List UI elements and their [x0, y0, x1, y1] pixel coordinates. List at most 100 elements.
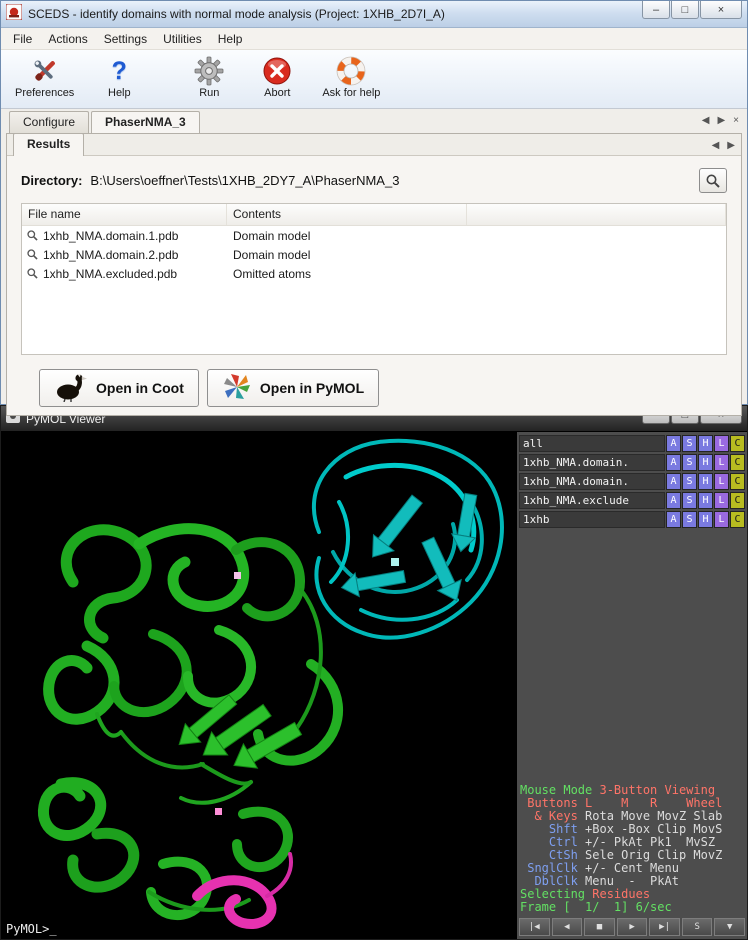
- sceds-titlebar: SCEDS - identify domains with normal mod…: [1, 1, 747, 28]
- movie-controls: |◀ ◀ ■ ▶ ▶| S ▼: [517, 916, 747, 939]
- object-name-button[interactable]: all: [519, 435, 665, 452]
- color-menu-button[interactable]: C: [730, 473, 745, 490]
- maximize-button[interactable]: □: [671, 1, 699, 19]
- menu-actions[interactable]: Actions: [40, 29, 95, 49]
- table-row[interactable]: 1xhb_NMA.domain.2.pdb Domain model: [22, 245, 726, 264]
- action-menu-button[interactable]: A: [666, 492, 681, 509]
- preferences-button[interactable]: Preferences: [11, 54, 78, 101]
- mouse-help-segment: Sele Orig Clip MovZ: [585, 848, 722, 862]
- mouse-help-segment: L M R Wheel: [585, 796, 722, 810]
- menu-file[interactable]: File: [5, 29, 40, 49]
- show-menu-button[interactable]: S: [682, 511, 697, 528]
- close-button[interactable]: ×: [700, 1, 742, 19]
- action-menu-button[interactable]: A: [666, 473, 681, 490]
- step-back-button[interactable]: ◀: [552, 918, 583, 936]
- directory-path: B:\Users\oeffner\Tests\1XHB_2DY7_A\Phase…: [90, 173, 691, 188]
- label-menu-button[interactable]: L: [714, 435, 729, 452]
- stop-button[interactable]: ■: [584, 918, 615, 936]
- minimize-button[interactable]: –: [642, 1, 670, 19]
- menu-help[interactable]: Help: [210, 29, 251, 49]
- mouse-help-segment: & Keys: [520, 809, 585, 823]
- magnifier-icon: [705, 173, 721, 189]
- show-menu-button[interactable]: S: [682, 454, 697, 471]
- open-in-pymol-label: Open in PyMOL: [260, 380, 364, 396]
- mouse-help-segment: Mouse Mode: [520, 783, 599, 797]
- ask-for-help-button[interactable]: Ask for help: [318, 54, 384, 101]
- toolbar: Preferences ? Help: [1, 50, 747, 109]
- action-menu-button[interactable]: A: [666, 454, 681, 471]
- mouse-mode-matrix: Mouse Mode 3-Button Viewing Buttons L M …: [517, 784, 747, 916]
- label-menu-button[interactable]: L: [714, 454, 729, 471]
- hide-menu-button[interactable]: H: [698, 454, 713, 471]
- panel-spacer: [517, 528, 747, 784]
- help-question-icon: ?: [104, 56, 134, 86]
- rewind-button[interactable]: |◀: [519, 918, 550, 936]
- color-menu-button[interactable]: C: [730, 454, 745, 471]
- scene-button[interactable]: S: [682, 918, 713, 936]
- color-menu-button[interactable]: C: [730, 435, 745, 452]
- tab-close-icon[interactable]: ×: [733, 115, 739, 126]
- mouse-help-segment: SnglClk: [520, 861, 585, 875]
- tab-phasernma-3[interactable]: PhaserNMA_3: [91, 111, 200, 134]
- menu-dropdown-button[interactable]: ▼: [714, 918, 745, 936]
- object-name-button[interactable]: 1xhb_NMA.domain.: [519, 454, 665, 471]
- mouse-help-segment: CtSh: [520, 848, 585, 862]
- tab-prev-icon[interactable]: ◀: [702, 115, 710, 126]
- mouse-help-segment: Ctrl: [520, 835, 585, 849]
- magnifier-icon: [26, 229, 39, 242]
- table-row[interactable]: 1xhb_NMA.excluded.pdb Omitted atoms: [22, 264, 726, 283]
- ask-for-help-label: Ask for help: [322, 87, 380, 99]
- show-menu-button[interactable]: S: [682, 492, 697, 509]
- hide-menu-button[interactable]: H: [698, 492, 713, 509]
- inner-tab-prev-icon[interactable]: ◀: [712, 140, 720, 151]
- table-row[interactable]: 1xhb_NMA.domain.1.pdb Domain model: [22, 226, 726, 245]
- color-menu-button[interactable]: C: [730, 492, 745, 509]
- menu-utilities[interactable]: Utilities: [155, 29, 210, 49]
- tab-next-icon[interactable]: ▶: [717, 115, 725, 126]
- action-menu-button[interactable]: A: [666, 435, 681, 452]
- sceds-window: SCEDS - identify domains with normal mod…: [0, 0, 748, 405]
- object-name-button[interactable]: 1xhb_NMA.exclude: [519, 492, 665, 509]
- pymol-body: PyMOL>_ all A S H L C 1xhb_NMA.domain. A…: [1, 432, 747, 939]
- hide-menu-button[interactable]: H: [698, 511, 713, 528]
- label-menu-button[interactable]: L: [714, 492, 729, 509]
- frame-counter-line: Frame [ 1/ 1] 6/sec: [520, 901, 744, 914]
- molecule-viewport[interactable]: PyMOL>_: [1, 432, 517, 939]
- tab-configure[interactable]: Configure: [9, 111, 89, 133]
- inner-tab-next-icon[interactable]: ▶: [727, 140, 735, 151]
- mouse-help-segment: 3-Button Viewing: [599, 783, 715, 797]
- file-table: File name Contents 1xhb_NMA.domain.1.pdb…: [21, 203, 727, 355]
- object-list: all A S H L C 1xhb_NMA.domain. A S H L C…: [517, 432, 747, 528]
- open-in-pymol-button[interactable]: Open in PyMOL: [207, 369, 379, 407]
- file-contents: Domain model: [227, 229, 467, 243]
- fast-forward-button[interactable]: ▶|: [649, 918, 680, 936]
- mouse-help-segment: Menu - PkAt: [585, 874, 679, 888]
- label-menu-button[interactable]: L: [714, 511, 729, 528]
- mouse-help-segment: +Box -Box Clip MovS: [585, 822, 722, 836]
- show-menu-button[interactable]: S: [682, 473, 697, 490]
- directory-row: Directory: B:\Users\oeffner\Tests\1XHB_2…: [21, 168, 727, 193]
- object-name-button[interactable]: 1xhb: [519, 511, 665, 528]
- label-menu-button[interactable]: L: [714, 473, 729, 490]
- action-menu-button[interactable]: A: [666, 511, 681, 528]
- open-in-coot-button[interactable]: Open in Coot: [39, 369, 199, 407]
- tab-results[interactable]: Results: [13, 133, 84, 156]
- show-menu-button[interactable]: S: [682, 435, 697, 452]
- help-button[interactable]: ? Help: [92, 54, 146, 101]
- browse-directory-button[interactable]: [699, 168, 727, 193]
- inner-tabbar: Results ◀ ▶: [7, 134, 741, 156]
- header-file-name: File name: [22, 204, 227, 225]
- run-button[interactable]: Run: [182, 54, 236, 101]
- object-name-button[interactable]: 1xhb_NMA.domain.: [519, 473, 665, 490]
- hide-menu-button[interactable]: H: [698, 473, 713, 490]
- mouse-help-segment: Frame [ 1/ 1] 6/sec: [520, 900, 672, 914]
- menubar: File Actions Settings Utilities Help: [1, 28, 747, 50]
- menu-settings[interactable]: Settings: [96, 29, 155, 49]
- hide-menu-button[interactable]: H: [698, 435, 713, 452]
- pymol-command-prompt[interactable]: PyMOL>_: [6, 922, 57, 936]
- color-menu-button[interactable]: C: [730, 511, 745, 528]
- play-button[interactable]: ▶: [617, 918, 648, 936]
- abort-button[interactable]: Abort: [250, 54, 304, 101]
- tab-nav: ◀ ▶ ×: [702, 115, 739, 126]
- directory-label: Directory:: [21, 173, 82, 188]
